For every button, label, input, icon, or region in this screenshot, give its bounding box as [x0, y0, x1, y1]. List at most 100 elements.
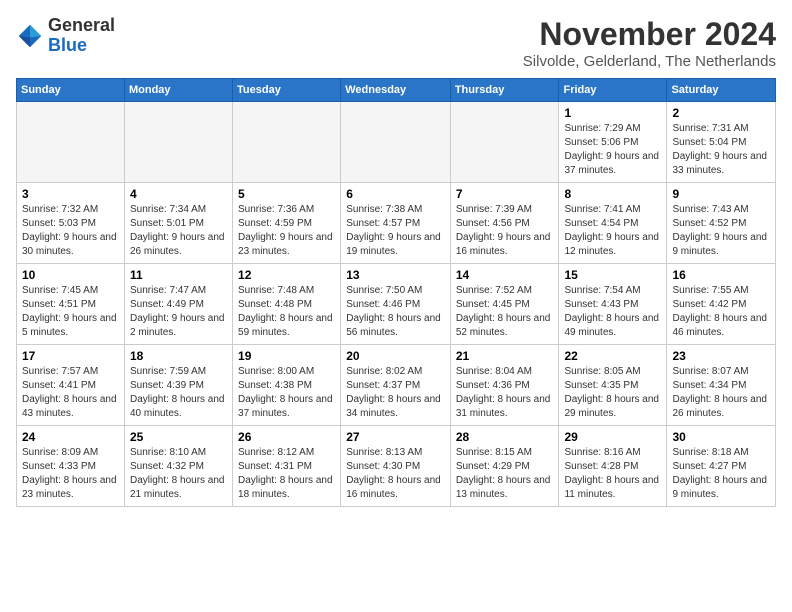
- calendar-cell: 17 Sunrise: 7:57 AM Sunset: 4:41 PM Dayli…: [17, 345, 125, 426]
- day-number: 7: [456, 187, 554, 201]
- day-number: 6: [346, 187, 445, 201]
- day-info: Sunrise: 7:39 AM Sunset: 4:56 PM Dayligh…: [456, 203, 554, 259]
- calendar-cell: 24 Sunrise: 8:09 AM Sunset: 4:33 PM Dayli…: [17, 426, 125, 507]
- weekday-header: Wednesday: [341, 79, 451, 102]
- day-info: Sunrise: 7:34 AM Sunset: 5:01 PM Dayligh…: [130, 203, 227, 259]
- calendar-week-row: 10 Sunrise: 7:45 AM Sunset: 4:51 PM Dayli…: [17, 264, 776, 345]
- location-text: Silvolde, Gelderland, The Netherlands: [523, 53, 776, 70]
- logo-icon: [16, 22, 44, 50]
- day-info: Sunrise: 7:29 AM Sunset: 5:06 PM Dayligh…: [564, 122, 661, 178]
- calendar-week-row: 3 Sunrise: 7:32 AM Sunset: 5:03 PM Daylig…: [17, 183, 776, 264]
- calendar-cell: 12 Sunrise: 7:48 AM Sunset: 4:48 PM Dayli…: [233, 264, 341, 345]
- calendar-cell: 19 Sunrise: 8:00 AM Sunset: 4:38 PM Dayli…: [233, 345, 341, 426]
- calendar-cell: 23 Sunrise: 8:07 AM Sunset: 4:34 PM Dayli…: [667, 345, 776, 426]
- calendar-cell: 20 Sunrise: 8:02 AM Sunset: 4:37 PM Dayli…: [341, 345, 451, 426]
- calendar-cell: [341, 102, 451, 183]
- calendar-cell: 27 Sunrise: 8:13 AM Sunset: 4:30 PM Dayli…: [341, 426, 451, 507]
- calendar-cell: 25 Sunrise: 8:10 AM Sunset: 4:32 PM Dayli…: [124, 426, 232, 507]
- calendar-cell: 15 Sunrise: 7:54 AM Sunset: 4:43 PM Dayli…: [559, 264, 667, 345]
- day-info: Sunrise: 7:38 AM Sunset: 4:57 PM Dayligh…: [346, 203, 445, 259]
- day-info: Sunrise: 8:18 AM Sunset: 4:27 PM Dayligh…: [672, 446, 770, 502]
- month-title: November 2024: [523, 16, 776, 53]
- day-number: 24: [22, 430, 119, 444]
- day-number: 28: [456, 430, 554, 444]
- calendar-cell: 1 Sunrise: 7:29 AM Sunset: 5:06 PM Daylig…: [559, 102, 667, 183]
- day-info: Sunrise: 8:00 AM Sunset: 4:38 PM Dayligh…: [238, 365, 335, 421]
- day-info: Sunrise: 7:32 AM Sunset: 5:03 PM Dayligh…: [22, 203, 119, 259]
- calendar-cell: 10 Sunrise: 7:45 AM Sunset: 4:51 PM Dayli…: [17, 264, 125, 345]
- calendar-week-row: 24 Sunrise: 8:09 AM Sunset: 4:33 PM Dayli…: [17, 426, 776, 507]
- calendar-cell: 13Sunrise: 7:50 AM Sunset: 4:46 PM Dayli…: [341, 264, 451, 345]
- day-number: 8: [564, 187, 661, 201]
- day-info: Sunrise: 7:48 AM Sunset: 4:48 PM Dayligh…: [238, 284, 335, 340]
- day-number: 18: [130, 349, 227, 363]
- calendar-cell: 9Sunrise: 7:43 AM Sunset: 4:52 PM Daylig…: [667, 183, 776, 264]
- calendar-cell: 7 Sunrise: 7:39 AM Sunset: 4:56 PM Daylig…: [450, 183, 559, 264]
- day-number: 29: [564, 430, 661, 444]
- day-info: Sunrise: 8:07 AM Sunset: 4:34 PM Dayligh…: [672, 365, 770, 421]
- weekday-header: Sunday: [17, 79, 125, 102]
- calendar-cell: 30 Sunrise: 8:18 AM Sunset: 4:27 PM Dayli…: [667, 426, 776, 507]
- calendar-table: SundayMondayTuesdayWednesdayThursdayFrid…: [16, 78, 776, 507]
- day-info: Sunrise: 8:09 AM Sunset: 4:33 PM Dayligh…: [22, 446, 119, 502]
- logo: General Blue: [16, 16, 115, 56]
- day-number: 26: [238, 430, 335, 444]
- weekday-header: Saturday: [667, 79, 776, 102]
- day-info: Sunrise: 7:55 AM Sunset: 4:42 PM Dayligh…: [672, 284, 770, 340]
- day-info: Sunrise: 8:04 AM Sunset: 4:36 PM Dayligh…: [456, 365, 554, 421]
- day-info: Sunrise: 7:45 AM Sunset: 4:51 PM Dayligh…: [22, 284, 119, 340]
- day-info: Sunrise: 8:05 AM Sunset: 4:35 PM Dayligh…: [564, 365, 661, 421]
- day-number: 17: [22, 349, 119, 363]
- day-info: Sunrise: 7:36 AM Sunset: 4:59 PM Dayligh…: [238, 203, 335, 259]
- day-info: Sunrise: 7:57 AM Sunset: 4:41 PM Dayligh…: [22, 365, 119, 421]
- day-number: 23: [672, 349, 770, 363]
- day-info: Sunrise: 8:13 AM Sunset: 4:30 PM Dayligh…: [346, 446, 445, 502]
- calendar-cell: [233, 102, 341, 183]
- day-info: Sunrise: 7:43 AM Sunset: 4:52 PM Dayligh…: [672, 203, 770, 259]
- calendar-cell: 29Sunrise: 8:16 AM Sunset: 4:28 PM Dayli…: [559, 426, 667, 507]
- calendar-cell: 6 Sunrise: 7:38 AM Sunset: 4:57 PM Daylig…: [341, 183, 451, 264]
- day-info: Sunrise: 8:12 AM Sunset: 4:31 PM Dayligh…: [238, 446, 335, 502]
- day-number: 5: [238, 187, 335, 201]
- calendar-cell: 4Sunrise: 7:34 AM Sunset: 5:01 PM Daylig…: [124, 183, 232, 264]
- day-info: Sunrise: 7:41 AM Sunset: 4:54 PM Dayligh…: [564, 203, 661, 259]
- day-number: 25: [130, 430, 227, 444]
- page-header: General Blue November 2024 Silvolde, Gel…: [16, 16, 776, 70]
- day-number: 3: [22, 187, 119, 201]
- calendar-cell: 5 Sunrise: 7:36 AM Sunset: 4:59 PM Daylig…: [233, 183, 341, 264]
- calendar-cell: 3 Sunrise: 7:32 AM Sunset: 5:03 PM Daylig…: [17, 183, 125, 264]
- day-number: 10: [22, 268, 119, 282]
- day-number: 27: [346, 430, 445, 444]
- day-number: 19: [238, 349, 335, 363]
- day-number: 15: [564, 268, 661, 282]
- day-number: 30: [672, 430, 770, 444]
- day-number: 16: [672, 268, 770, 282]
- calendar-cell: 8 Sunrise: 7:41 AM Sunset: 4:54 PM Daylig…: [559, 183, 667, 264]
- day-info: Sunrise: 7:50 AM Sunset: 4:46 PM Dayligh…: [346, 284, 445, 340]
- day-number: 21: [456, 349, 554, 363]
- calendar-cell: 18 Sunrise: 7:59 AM Sunset: 4:39 PM Dayli…: [124, 345, 232, 426]
- day-number: 2: [672, 106, 770, 120]
- day-number: 11: [130, 268, 227, 282]
- day-number: 20: [346, 349, 445, 363]
- calendar-cell: 16 Sunrise: 7:55 AM Sunset: 4:42 PM Dayli…: [667, 264, 776, 345]
- weekday-header: Thursday: [450, 79, 559, 102]
- day-info: Sunrise: 8:10 AM Sunset: 4:32 PM Dayligh…: [130, 446, 227, 502]
- calendar-cell: 28Sunrise: 8:15 AM Sunset: 4:29 PM Dayli…: [450, 426, 559, 507]
- calendar-cell: 11 Sunrise: 7:47 AM Sunset: 4:49 PM Dayli…: [124, 264, 232, 345]
- calendar-cell: [450, 102, 559, 183]
- title-block: November 2024 Silvolde, Gelderland, The …: [523, 16, 776, 70]
- weekday-header: Tuesday: [233, 79, 341, 102]
- calendar-week-row: 17 Sunrise: 7:57 AM Sunset: 4:41 PM Dayli…: [17, 345, 776, 426]
- day-info: Sunrise: 7:59 AM Sunset: 4:39 PM Dayligh…: [130, 365, 227, 421]
- weekday-header: Monday: [124, 79, 232, 102]
- day-info: Sunrise: 8:02 AM Sunset: 4:37 PM Dayligh…: [346, 365, 445, 421]
- day-number: 1: [564, 106, 661, 120]
- day-info: Sunrise: 7:54 AM Sunset: 4:43 PM Dayligh…: [564, 284, 661, 340]
- day-info: Sunrise: 7:47 AM Sunset: 4:49 PM Dayligh…: [130, 284, 227, 340]
- calendar-cell: 2Sunrise: 7:31 AM Sunset: 5:04 PM Daylig…: [667, 102, 776, 183]
- day-number: 12: [238, 268, 335, 282]
- logo-general-text: General: [48, 15, 115, 35]
- logo-blue-text: Blue: [48, 35, 87, 55]
- weekday-header: Friday: [559, 79, 667, 102]
